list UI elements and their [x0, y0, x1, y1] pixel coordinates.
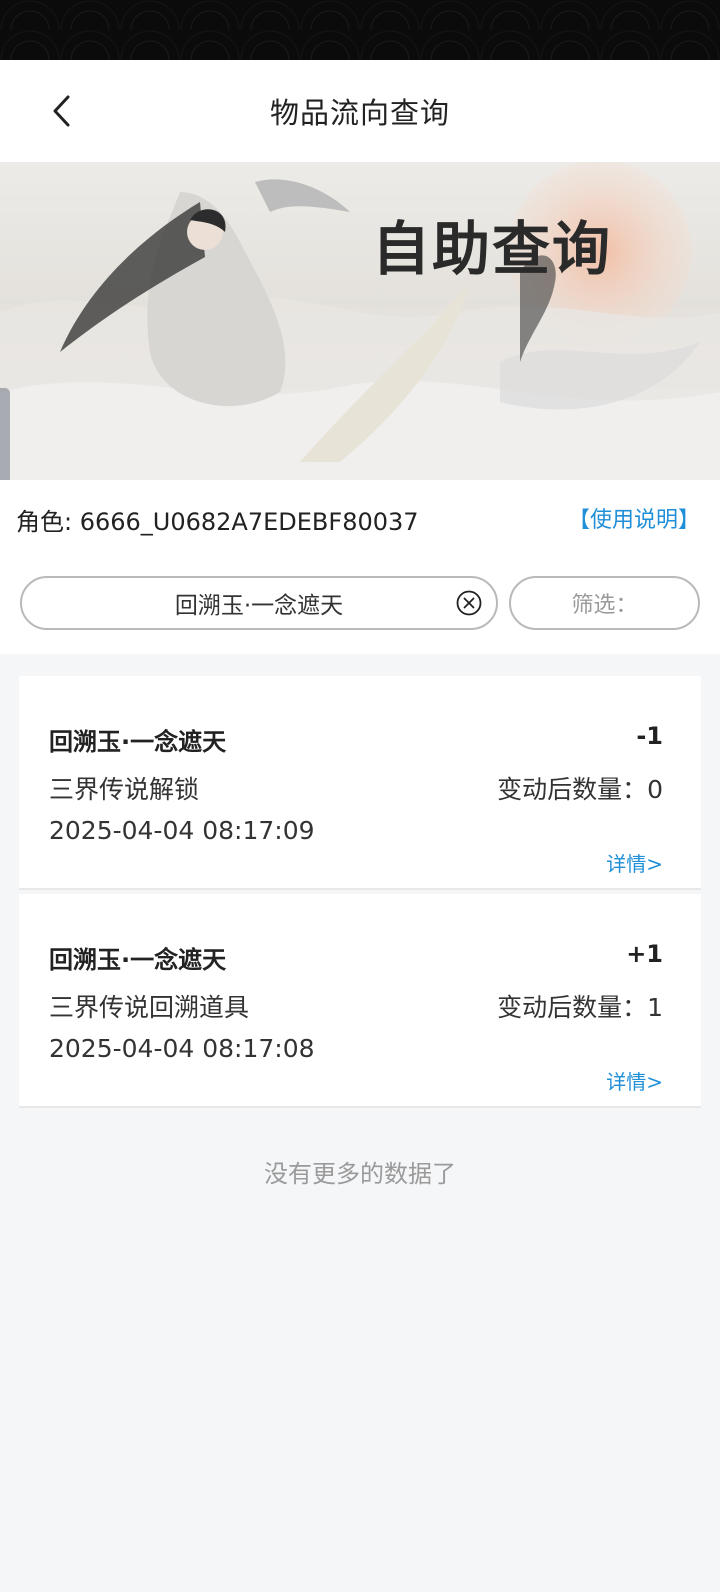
- query-panel: 角色: 6666_U0682A7EDEBF80037 【使用说明】 回溯玉·一念…: [0, 480, 720, 654]
- item-delta: +1: [626, 940, 663, 968]
- side-tab[interactable]: [0, 388, 10, 480]
- nav-bar: 物品流向查询: [0, 60, 720, 162]
- item-after-count: 变动后数量：1: [497, 993, 663, 1022]
- item-source: 三界传说回溯道具: [49, 993, 250, 1022]
- back-button[interactable]: [40, 85, 84, 137]
- item-delta: -1: [636, 722, 663, 750]
- status-bar: [0, 0, 720, 60]
- item-name: 回溯玉·一念遮天: [49, 946, 227, 974]
- banner: 自助查询: [0, 162, 720, 480]
- list-item[interactable]: 回溯玉·一念遮天 -1 三界传说解锁 变动后数量：0 2025-04-04 08…: [19, 676, 701, 890]
- clear-icon[interactable]: [456, 590, 482, 616]
- detail-link[interactable]: 详情>: [606, 848, 663, 877]
- role-label: 角色: 6666_U0682A7EDEBF80037: [16, 508, 419, 536]
- list-item[interactable]: 回溯玉·一念遮天 +1 三界传说回溯道具 变动后数量：1 2025-04-04 …: [19, 894, 701, 1108]
- item-time: 2025-04-04 08:17:09: [49, 816, 315, 845]
- page-title: 物品流向查询: [269, 96, 450, 130]
- search-input[interactable]: 回溯玉·一念遮天: [20, 576, 498, 630]
- item-source: 三界传说解锁: [49, 775, 200, 804]
- item-after-count: 变动后数量：0: [497, 775, 663, 804]
- banner-title: 自助查询: [372, 215, 613, 283]
- item-time: 2025-04-04 08:17:08: [49, 1034, 315, 1063]
- chevron-left-icon: [53, 95, 70, 127]
- search-value: 回溯玉·一念遮天: [174, 593, 344, 619]
- no-more-data: 没有更多的数据了: [264, 1160, 456, 1188]
- filter-button[interactable]: 筛选：: [509, 576, 700, 630]
- help-link[interactable]: 【使用说明】: [568, 502, 700, 534]
- detail-link[interactable]: 详情>: [606, 1066, 663, 1095]
- item-name: 回溯玉·一念遮天: [49, 728, 227, 756]
